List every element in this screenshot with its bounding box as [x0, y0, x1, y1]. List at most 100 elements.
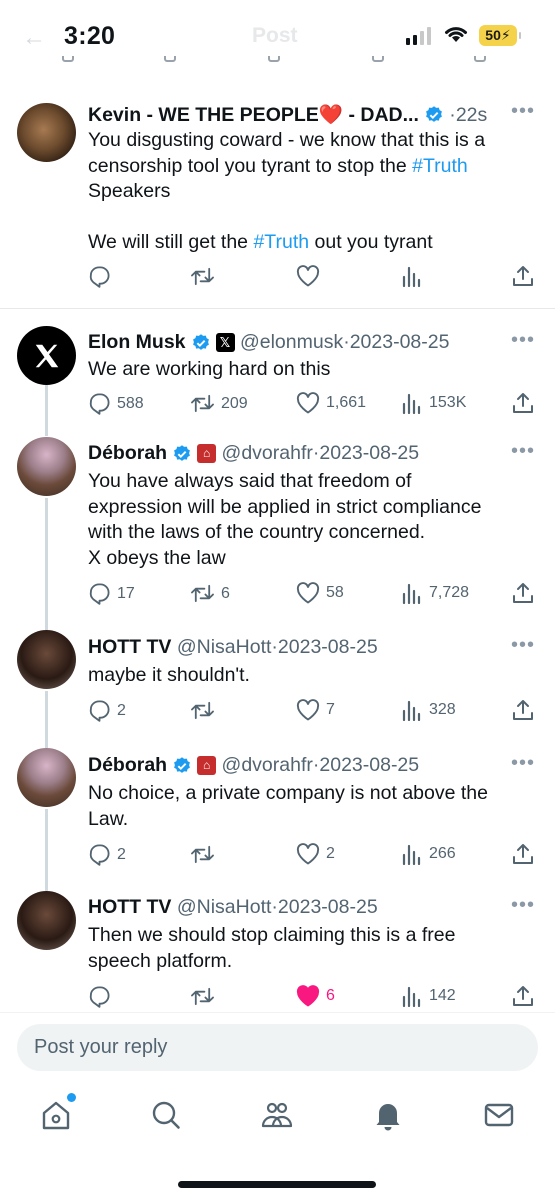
reply-button[interactable]: 588: [88, 392, 144, 415]
views-button[interactable]: [401, 265, 423, 287]
author-name[interactable]: Kevin - WE THE PEOPLE❤️ - DAD...: [88, 103, 419, 127]
author-name[interactable]: Déborah: [88, 442, 167, 465]
view-count: 7,728: [429, 584, 470, 601]
repost-count: 209: [221, 394, 248, 412]
avatar[interactable]: [17, 630, 76, 689]
more-options-icon[interactable]: •••: [511, 440, 535, 463]
reply-button[interactable]: [88, 265, 111, 288]
repost-button[interactable]: 6: [190, 582, 230, 605]
like-button[interactable]: 7: [296, 699, 335, 721]
views-button[interactable]: 328: [401, 699, 456, 721]
thread-connector: [45, 691, 48, 739]
charging-icon: ⚡: [500, 27, 511, 43]
search-icon: [152, 1101, 180, 1129]
home-indicator: [178, 1181, 376, 1188]
reply-post[interactable]: Kevin - WE THE PEOPLE❤️ - DAD... ·22s ••…: [0, 88, 555, 309]
repost-icon: [191, 584, 214, 603]
avatar[interactable]: [17, 103, 76, 162]
reply-post[interactable]: Déborah ⌂ @dvorahfr·2023-08-25 ••• You h…: [0, 426, 555, 621]
reply-button[interactable]: [88, 985, 111, 1008]
share-button[interactable]: [512, 265, 534, 287]
views-button[interactable]: 142: [401, 985, 456, 1007]
views-button[interactable]: 153K: [401, 392, 466, 414]
tab-messages[interactable]: [481, 1097, 517, 1133]
more-options-icon[interactable]: •••: [511, 100, 535, 123]
reply-post[interactable]: HOTT TV @NisaHott·2023-08-25 ••• maybe i…: [0, 621, 555, 739]
share-icon: [513, 700, 533, 720]
like-button[interactable]: [296, 265, 320, 287]
thread-connector: [45, 621, 48, 630]
view-count: 142: [429, 987, 456, 1004]
author-handle[interactable]: @NisaHott·2023-08-25: [171, 896, 378, 919]
repost-button[interactable]: [190, 985, 215, 1008]
repost-icon: [191, 267, 214, 286]
repost-button[interactable]: 209: [190, 392, 248, 415]
views-icon: [402, 986, 421, 1007]
reply-button[interactable]: 2: [88, 699, 126, 722]
reply-post[interactable]: HOTT TV @NisaHott·2023-08-25 ••• Then we…: [0, 882, 555, 1017]
author-handle[interactable]: @dvorahfr·2023-08-25: [216, 754, 420, 777]
post-text: Then we should stop claiming this is a f…: [88, 924, 456, 972]
repost-button[interactable]: [190, 699, 215, 722]
repost-button[interactable]: [190, 265, 215, 288]
views-icon: [402, 844, 421, 865]
author-handle[interactable]: @NisaHott·2023-08-25: [171, 636, 378, 659]
avatar[interactable]: [17, 437, 76, 496]
organization-badge-icon: ⌂: [197, 444, 217, 463]
reply-count: 17: [117, 584, 135, 602]
avatar[interactable]: [17, 326, 76, 385]
share-button[interactable]: [512, 699, 534, 721]
tab-communities[interactable]: [259, 1097, 295, 1133]
tab-search[interactable]: [148, 1097, 184, 1133]
author-name[interactable]: Déborah: [88, 754, 167, 777]
reply-post[interactable]: Elon Musk 𝕏 @elonmusk·2023-08-25 ••• We …: [0, 309, 555, 426]
repost-button[interactable]: [190, 843, 215, 866]
verified-badge-icon: [425, 106, 442, 122]
post-header: Déborah ⌂ @dvorahfr·2023-08-25: [88, 442, 419, 465]
author-name[interactable]: HOTT TV: [88, 636, 171, 659]
avatar[interactable]: [17, 891, 76, 950]
views-button[interactable]: 7,728: [401, 582, 469, 604]
share-icon: [513, 393, 533, 413]
reply-button[interactable]: 2: [88, 843, 126, 866]
reply-icon: [89, 700, 110, 722]
more-options-icon[interactable]: •••: [511, 634, 535, 657]
tab-home[interactable]: [38, 1093, 76, 1133]
more-options-icon[interactable]: •••: [511, 752, 535, 775]
author-handle[interactable]: @elonmusk·2023-08-25: [235, 331, 450, 354]
avatar[interactable]: [17, 748, 76, 807]
reply-button[interactable]: 17: [88, 582, 135, 605]
like-button[interactable]: 6: [296, 985, 335, 1007]
reply-icon: [89, 583, 110, 605]
thread-connector: [45, 739, 48, 748]
more-options-icon[interactable]: •••: [511, 329, 535, 352]
more-options-icon[interactable]: •••: [511, 894, 535, 917]
share-button[interactable]: [512, 392, 534, 414]
back-arrow-icon[interactable]: ←: [22, 24, 46, 52]
share-button[interactable]: [512, 582, 534, 604]
reply-post[interactable]: Déborah ⌂ @dvorahfr·2023-08-25 ••• No ch…: [0, 739, 555, 882]
share-icon: [513, 266, 533, 286]
like-button[interactable]: 2: [296, 843, 335, 865]
views-button[interactable]: 266: [401, 843, 456, 865]
post-header: Déborah ⌂ @dvorahfr·2023-08-25: [88, 754, 419, 777]
timestamp: 2023-08-25: [349, 331, 450, 353]
like-button[interactable]: 58: [296, 582, 344, 604]
share-button[interactable]: [512, 985, 534, 1007]
reply-thread: Kevin - WE THE PEOPLE❤️ - DAD... ·22s ••…: [0, 88, 555, 1017]
tab-notifications[interactable]: [370, 1097, 406, 1133]
hashtag-link[interactable]: #Truth: [253, 231, 309, 253]
hashtag-link[interactable]: #Truth: [412, 155, 468, 177]
repost-icon: [191, 701, 214, 720]
timestamp: 2023-08-25: [277, 636, 378, 658]
like-button[interactable]: 1,661: [296, 392, 366, 414]
thread-connector: [45, 882, 48, 891]
timestamp[interactable]: ·22s: [444, 104, 487, 127]
cellular-signal-icon: [406, 27, 431, 45]
author-handle[interactable]: @dvorahfr·2023-08-25: [216, 442, 420, 465]
share-button[interactable]: [512, 843, 534, 865]
author-name[interactable]: Elon Musk: [88, 331, 186, 354]
reply-input[interactable]: Post your reply: [17, 1024, 538, 1071]
author-name[interactable]: HOTT TV: [88, 896, 171, 919]
post-actions: [88, 265, 538, 293]
